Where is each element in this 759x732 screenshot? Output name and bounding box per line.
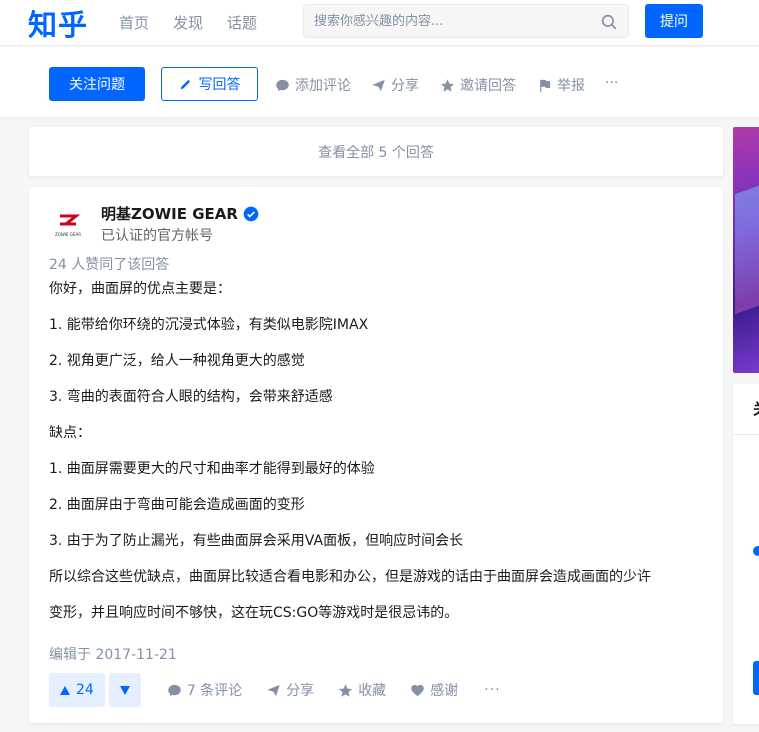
verified-icon <box>243 206 259 221</box>
comment-icon <box>168 684 181 696</box>
nav-item-home[interactable]: 首页 <box>119 12 149 33</box>
sidebar-card: 关 <box>733 384 759 724</box>
answer-paragraph: 1. 曲面屏需要更大的尺寸和曲率才能得到最好的体验 <box>49 461 375 477</box>
comment-icon <box>276 79 289 91</box>
collect-button[interactable]: 收藏 <box>338 680 386 700</box>
thanks-label: 感谢 <box>430 683 459 699</box>
share-answer-label: 分享 <box>286 683 315 699</box>
answer-paragraph: 变形，并且响应时间不够快，这在玩CS:GO等游戏时是很忌讳的。 <box>49 605 459 621</box>
answer-paragraph: 3. 弯曲的表面符合人眼的结构，会带来舒适感 <box>49 389 333 405</box>
more-options-button[interactable]: ··· <box>605 75 618 91</box>
share-icon <box>267 684 280 696</box>
vote-count: 24 <box>76 682 94 698</box>
answer-card: ZOWIE GEAR 明基ZOWIE GEAR 已认证的官方帐号 24 人赞同了… <box>29 187 723 723</box>
answer-paragraph: 3. 由于为了防止漏光，有些曲面屏会采用VA面板，但响应时间会长 <box>49 533 464 549</box>
share-icon <box>372 79 385 91</box>
add-comment-label: 添加评论 <box>295 78 351 94</box>
answer-content: 你好，曲面屏的优点主要是： 1. 能带给你环绕的沉浸式体验，有类似电影院IMAX… <box>49 279 709 639</box>
downvote-button[interactable] <box>108 673 141 707</box>
view-all-answers-button[interactable]: 查看全部 5 个回答 <box>29 127 723 176</box>
comments-button[interactable]: 7 条评论 <box>167 680 242 700</box>
share-answer-button[interactable]: 分享 <box>266 680 314 700</box>
invite-answer-button[interactable]: 邀请回答 <box>440 75 516 95</box>
share-question-button[interactable]: 分享 <box>371 75 419 95</box>
follow-question-button[interactable]: 关注问题 <box>49 67 145 101</box>
collect-label: 收藏 <box>358 683 387 699</box>
banner-graphic <box>735 179 759 315</box>
main-nav: 首页 发现 话题 <box>119 0 257 44</box>
divider <box>733 434 759 435</box>
answer-paragraph: 1. 能带给你环绕的沉浸式体验，有类似电影院IMAX <box>49 317 369 333</box>
share-question-label: 分享 <box>391 78 419 94</box>
answer-actions: 24 7 条评论 分享 收藏 感谢 ··· <box>49 673 501 707</box>
sidebar-action-button[interactable] <box>753 661 759 695</box>
upvote-button[interactable]: 24 <box>49 673 105 707</box>
zowie-logo-icon <box>60 214 80 225</box>
author-avatar[interactable]: ZOWIE GEAR <box>49 205 87 243</box>
answer-paragraph: 2. 曲面屏由于弯曲可能会造成画面的变形 <box>49 497 305 513</box>
answer-paragraph: 所以综合这些优缺点，曲面屏比较适合看电影和办公，但是游戏的话由于曲面屏会造成画面… <box>49 569 651 585</box>
answer-paragraph: 你好，曲面屏的优点主要是： <box>49 281 231 297</box>
nav-item-explore[interactable]: 发现 <box>173 12 203 33</box>
nav-item-topics[interactable]: 话题 <box>227 12 257 33</box>
comments-label: 7 条评论 <box>186 683 243 699</box>
search-box <box>303 4 629 38</box>
author-description: 已认证的官方帐号 <box>101 228 213 244</box>
vote-summary[interactable]: 24 人赞同了该回答 <box>49 254 169 274</box>
write-answer-button[interactable]: 写回答 <box>161 67 258 101</box>
answer-more-button[interactable]: ··· <box>484 682 500 698</box>
sidebar-ad-banner[interactable] <box>733 127 759 373</box>
question-action-bar: 关注问题 写回答 添加评论 分享 邀请回答 举报 ··· <box>0 47 759 117</box>
answer-paragraph: 缺点： <box>49 425 91 441</box>
search-icon[interactable] <box>600 13 618 31</box>
sidebar-badge-icon <box>753 546 759 556</box>
author-name-text: 明基ZOWIE GEAR <box>101 205 238 223</box>
sidebar-card-title: 关 <box>753 398 759 419</box>
star-icon <box>440 78 455 92</box>
invite-answer-label: 邀请回答 <box>460 78 516 94</box>
zhihu-logo[interactable]: 知乎 <box>28 2 88 44</box>
avatar-caption: ZOWIE GEAR <box>55 231 81 237</box>
write-answer-label: 写回答 <box>198 77 241 93</box>
upvote-icon <box>60 685 70 695</box>
report-button[interactable]: 举报 <box>537 75 585 95</box>
answer-paragraph: 2. 视角更广泛，给人一种视角更大的感觉 <box>49 353 305 369</box>
app-header: 知乎 首页 发现 话题 提问 <box>0 0 759 46</box>
ask-question-button[interactable]: 提问 <box>645 4 703 38</box>
add-comment-button[interactable]: 添加评论 <box>275 75 351 95</box>
report-label: 举报 <box>557 78 585 94</box>
author-name[interactable]: 明基ZOWIE GEAR <box>101 203 259 224</box>
pencil-icon <box>180 79 190 90</box>
search-input[interactable] <box>314 5 594 37</box>
thanks-button[interactable]: 感谢 <box>410 680 458 700</box>
downvote-icon <box>119 685 130 695</box>
flag-icon <box>540 78 551 92</box>
edited-timestamp[interactable]: 编辑于 2017-11-21 <box>49 644 177 664</box>
heart-icon <box>411 684 424 696</box>
star-icon <box>339 683 353 697</box>
